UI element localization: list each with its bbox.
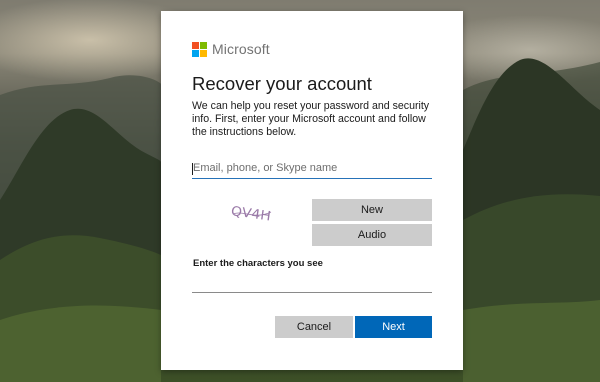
- microsoft-logo: Microsoft: [192, 41, 270, 57]
- next-button[interactable]: Next: [355, 316, 432, 338]
- microsoft-logo-icon: [192, 41, 207, 57]
- page-title: Recover your account: [192, 73, 372, 94]
- captcha-image: QV4H: [230, 204, 272, 224]
- text-caret: [192, 163, 193, 175]
- audio-captcha-button[interactable]: Audio: [312, 224, 432, 246]
- new-captcha-button[interactable]: New: [312, 199, 432, 221]
- recovery-dialog: Microsoft Recover your account We can he…: [161, 11, 463, 370]
- captcha-prompt-label: Enter the characters you see: [193, 258, 323, 269]
- email-input[interactable]: [192, 157, 432, 179]
- cancel-button[interactable]: Cancel: [275, 316, 353, 338]
- brand-name: Microsoft: [212, 41, 270, 57]
- captcha-input[interactable]: [192, 279, 432, 293]
- page-description: We can help you reset your password and …: [192, 100, 430, 138]
